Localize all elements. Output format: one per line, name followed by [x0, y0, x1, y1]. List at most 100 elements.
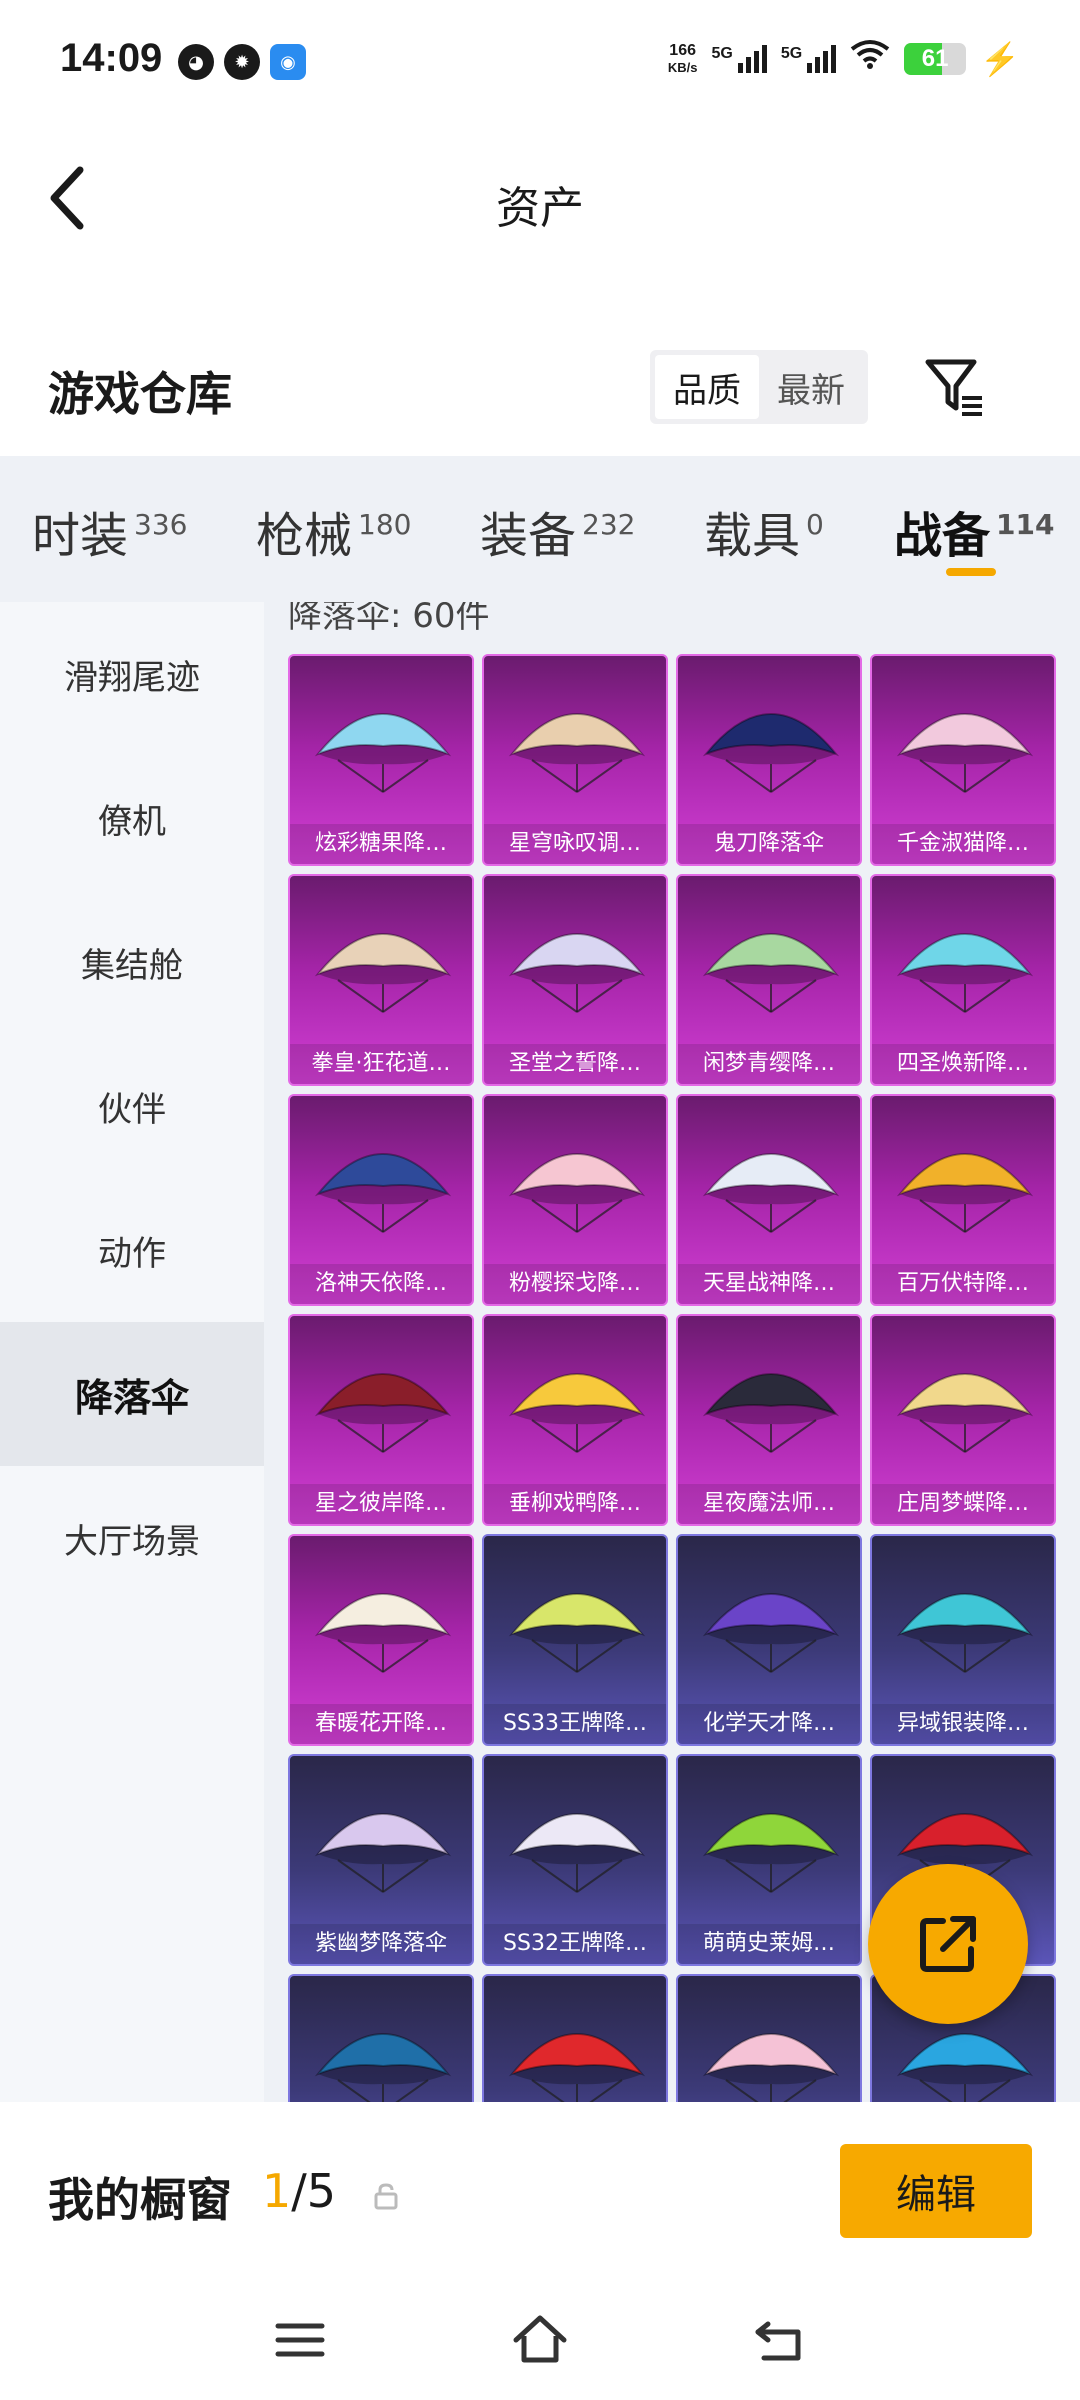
parachute-card-label: 四圣焕新降… — [872, 1044, 1054, 1084]
edit-button[interactable]: 编辑 — [840, 2144, 1032, 2238]
parachute-icon — [508, 713, 646, 793]
filter-button[interactable] — [920, 352, 990, 422]
parachute-card[interactable]: 千金淑猫降… — [870, 654, 1056, 866]
tab-count: 180 — [358, 508, 412, 541]
parachute-card[interactable]: 炫彩糖果降… — [288, 654, 474, 866]
header: 资产 — [0, 130, 1080, 270]
parachute-card[interactable]: 圣堂之誓降… — [482, 874, 668, 1086]
parachute-card-label: SS32王牌降… — [484, 1924, 666, 1964]
showcase-label: 我的橱窗 — [48, 2173, 232, 2227]
parachute-card[interactable]: 春暖花开降… — [288, 1534, 474, 1746]
parachute-icon — [702, 933, 840, 1013]
lock-icon — [374, 2183, 398, 2210]
signal-sim1-icon: 5G — [711, 44, 767, 73]
tab-label: 战备 — [894, 508, 991, 564]
parachute-card-label: 闲梦青缨降… — [678, 1044, 860, 1084]
parachute-icon — [314, 933, 452, 1013]
warehouse-bar: 游戏仓库 品质 最新 — [0, 330, 1080, 440]
parachute-icon — [314, 1153, 452, 1233]
parachute-card[interactable]: 四圣焕新降… — [870, 874, 1056, 1086]
parachute-card-label: 百万伏特降… — [872, 1264, 1054, 1304]
parachute-card[interactable]: 天星战神降… — [676, 1094, 862, 1306]
app-notification-icon: ◕ — [178, 44, 214, 80]
parachute-icon — [314, 1813, 452, 1893]
parachute-card-label: 炫彩糖果降… — [290, 824, 472, 864]
sidebar: 滑翔尾迹 僚机 集结舱 伙伴 动作 降落伞 大厅场景 — [0, 602, 264, 2102]
parachute-icon — [702, 713, 840, 793]
sidebar-item-lobby-scene[interactable]: 大厅场景 — [0, 1466, 264, 1610]
showcase-current: 1 — [262, 2164, 292, 2218]
parachute-icon — [508, 1813, 646, 1893]
parachute-icon — [702, 1813, 840, 1893]
parachute-card-label: 庄周梦蝶降… — [872, 1484, 1054, 1524]
parachute-card-label: 星夜魔法师… — [678, 1484, 860, 1524]
battery-icon: 61 — [904, 42, 967, 75]
parachute-card[interactable] — [482, 1974, 668, 2102]
sidebar-item-emote[interactable]: 动作 — [0, 1178, 264, 1322]
parachute-card[interactable]: 萌萌史莱姆… — [676, 1754, 862, 1966]
tab-vehicles[interactable]: 载具 0 — [704, 496, 824, 566]
parachute-card[interactable]: 星之彼岸降… — [288, 1314, 474, 1526]
home-icon[interactable] — [510, 2310, 570, 2370]
menu-icon[interactable] — [270, 2310, 330, 2370]
parachute-icon — [508, 1153, 646, 1233]
tab-gear[interactable]: 战备 114 — [894, 496, 1054, 566]
parachute-card[interactable] — [676, 1974, 862, 2102]
parachute-card-label: 萌萌史莱姆… — [678, 1924, 860, 1964]
parachute-card-label: 洛神天依降… — [290, 1264, 472, 1304]
tab-equipment[interactable]: 装备 232 — [480, 496, 635, 566]
parachute-card-label: 粉樱探戈降… — [484, 1264, 666, 1304]
parachute-card[interactable]: 鬼刀降落伞 — [676, 654, 862, 866]
parachute-card-label: 星之彼岸降… — [290, 1484, 472, 1524]
share-icon — [920, 1916, 976, 1972]
parachute-card[interactable]: 闲梦青缨降… — [676, 874, 862, 1086]
sort-option-quality[interactable]: 品质 — [655, 355, 759, 419]
parachute-card[interactable]: 庄周梦蝶降… — [870, 1314, 1056, 1526]
parachute-card[interactable]: 粉樱探戈降… — [482, 1094, 668, 1306]
sidebar-item-companion[interactable]: 伙伴 — [0, 1034, 264, 1178]
tab-weapons[interactable]: 枪械 180 — [256, 496, 411, 566]
sidebar-item-wingman[interactable]: 僚机 — [0, 746, 264, 890]
status-time: 14:09 — [60, 36, 163, 80]
sort-option-latest[interactable]: 最新 — [759, 355, 863, 419]
nfc-icon: ◉ — [270, 44, 306, 80]
sim2-label: 5G — [780, 44, 803, 62]
parachute-card[interactable]: 星穹咏叹调… — [482, 654, 668, 866]
parachute-card[interactable]: 拳皇·狂花道… — [288, 874, 474, 1086]
filter-icon — [925, 359, 982, 416]
sidebar-item-parachute[interactable]: 降落伞 — [0, 1322, 264, 1466]
warehouse-title: 游戏仓库 — [48, 367, 232, 421]
parachute-card[interactable]: 紫幽梦降落伞 — [288, 1754, 474, 1966]
tab-fashion[interactable]: 时装 336 — [32, 496, 187, 566]
parachute-card[interactable] — [288, 1974, 474, 2102]
share-button[interactable] — [868, 1864, 1028, 2024]
parachute-card-label: 圣堂之誓降… — [484, 1044, 666, 1084]
parachute-card[interactable]: 洛神天依降… — [288, 1094, 474, 1306]
parachute-icon — [896, 933, 1034, 1013]
back-arrow-icon[interactable] — [750, 2310, 810, 2370]
parachute-card[interactable]: 异域银装降… — [870, 1534, 1056, 1746]
parachute-card-label: SS33王牌降… — [484, 1704, 666, 1744]
parachute-icon — [702, 1153, 840, 1233]
parachute-card[interactable]: 垂柳戏鸭降… — [482, 1314, 668, 1526]
network-speed: 166 KB/s — [668, 42, 698, 76]
parachute-icon — [702, 2033, 840, 2102]
parachute-card-label: 紫幽梦降落伞 — [290, 1924, 472, 1964]
parachute-icon — [314, 713, 452, 793]
parachute-card[interactable]: 星夜魔法师… — [676, 1314, 862, 1526]
wifi-icon — [850, 38, 890, 79]
tab-label: 时装 — [32, 508, 129, 564]
parachute-card[interactable]: SS33王牌降… — [482, 1534, 668, 1746]
parachute-icon — [314, 1373, 452, 1453]
network-speed-unit: KB/s — [667, 59, 698, 75]
status-bar: 14:09 ◕ ✹ ◉ 166 KB/s 5G 5G 61 ⚡ — [0, 0, 1080, 130]
sidebar-item-assembly-pod[interactable]: 集结舱 — [0, 890, 264, 1034]
sidebar-item-glide-trail[interactable]: 滑翔尾迹 — [0, 602, 264, 746]
parachute-card[interactable]: SS32王牌降… — [482, 1754, 668, 1966]
parachute-card-label: 化学天才降… — [678, 1704, 860, 1744]
category-tabs: 时装 336 枪械 180 装备 232 载具 0 战备 114 — [0, 456, 1080, 602]
parachute-card[interactable]: 百万伏特降… — [870, 1094, 1056, 1306]
parachute-card-label: 春暖花开降… — [290, 1704, 472, 1744]
parachute-icon — [896, 1593, 1034, 1673]
parachute-card[interactable]: 化学天才降… — [676, 1534, 862, 1746]
